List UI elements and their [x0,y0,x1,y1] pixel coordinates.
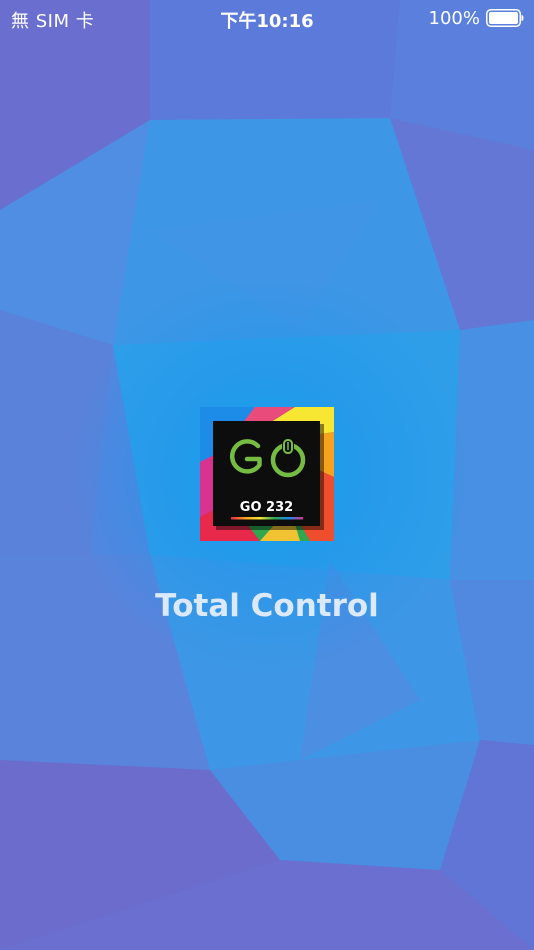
battery-percent: 100% [428,7,480,29]
battery-icon [486,9,524,27]
app-title: Total Control [155,588,379,624]
battery-indicator: 100% [429,7,524,29]
app-logo: GO 232 [200,407,334,541]
logo-model-label: GO 232 [240,500,293,515]
status-bar: 無 SIM 卡 下午10:16 100% [0,0,534,36]
